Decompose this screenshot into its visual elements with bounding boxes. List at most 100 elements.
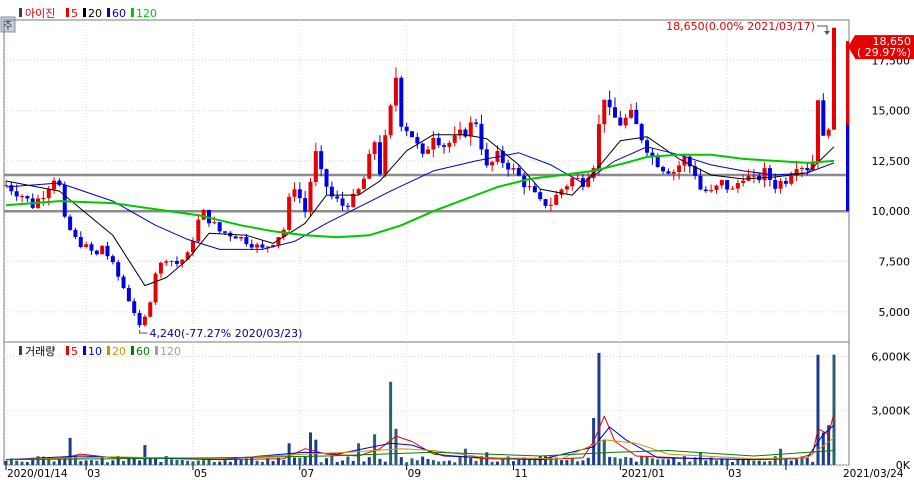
volume-bar: [346, 456, 350, 465]
candle-body: [655, 156, 660, 168]
volume-bar: [341, 460, 345, 465]
volume-bar: [736, 459, 740, 465]
candle-body: [324, 169, 329, 187]
candle-body: [249, 244, 254, 248]
candle-body: [303, 198, 308, 212]
volume-legend-item-swatch: [83, 346, 86, 355]
volume-bar: [511, 461, 515, 465]
volume-bar: [731, 461, 735, 465]
candle-body: [340, 198, 345, 206]
x-tick-label: 09: [408, 468, 421, 480]
candle-body: [185, 252, 190, 260]
candle-body: [46, 189, 51, 199]
volume-bar: [191, 461, 195, 465]
candle-body: [821, 100, 826, 136]
candle-body: [532, 186, 537, 193]
candle-body: [84, 244, 89, 247]
candle-body: [538, 192, 543, 200]
volume-legend-item-swatch: [155, 346, 158, 355]
candle-body: [52, 180, 57, 190]
candle-body: [415, 137, 420, 144]
volume-bar: [618, 458, 622, 465]
volume-bar: [271, 461, 275, 465]
price-tick-label: 10,000: [872, 205, 911, 218]
candle-body: [778, 180, 783, 189]
volume-bar: [180, 460, 184, 465]
volume-bar: [68, 437, 72, 465]
candle-body: [105, 245, 110, 257]
candle-body: [158, 262, 163, 274]
volume-bar: [757, 460, 761, 465]
candle-body: [313, 151, 318, 182]
candle-body: [741, 180, 746, 184]
candle-body: [78, 237, 83, 247]
candle-body: [805, 168, 810, 171]
candle-body: [634, 109, 639, 125]
volume-bar: [437, 461, 441, 465]
candle-body: [714, 185, 719, 191]
candle-body: [110, 256, 115, 263]
candle-body: [596, 124, 601, 169]
volume-bar: [186, 460, 190, 465]
volume-bar: [138, 460, 142, 465]
candle-body: [345, 205, 350, 207]
volume-bar: [763, 461, 767, 465]
candle-body: [618, 117, 623, 126]
volume-bar: [565, 460, 569, 465]
volume-bar: [154, 457, 158, 465]
candle-body: [420, 143, 425, 154]
candle-body: [436, 137, 441, 146]
candle-body: [570, 178, 575, 187]
price-legend-item-swatch: [83, 8, 86, 17]
volume-bar: [255, 460, 259, 465]
volume-bar: [570, 458, 574, 465]
volume-bar: [105, 462, 109, 465]
current-range-bar-up: [846, 41, 849, 139]
volume-bar: [314, 439, 318, 465]
candle-body: [212, 222, 217, 224]
candle-body: [164, 261, 169, 263]
candle-body: [719, 180, 724, 186]
candle-body: [431, 137, 436, 150]
candle-body: [735, 183, 740, 189]
settings-corner-label: 주: [3, 21, 12, 32]
volume-legend-item-swatch: [107, 346, 110, 355]
volume-bar: [421, 456, 425, 465]
candle-body: [709, 190, 714, 192]
volume-bar: [415, 460, 419, 465]
candle-body: [564, 186, 569, 190]
candle-body: [239, 236, 244, 239]
volume-bar: [282, 460, 286, 465]
volume-bar: [629, 457, 633, 465]
candle-body: [4, 185, 8, 187]
x-tick-label: 07: [301, 468, 314, 480]
candle-body: [554, 194, 559, 205]
candle-body: [442, 145, 447, 147]
candle-body: [559, 189, 564, 195]
candle-body: [703, 189, 708, 192]
candle-body: [479, 123, 484, 150]
volume-legend-item-label: 120: [160, 345, 181, 358]
volume-bar: [228, 461, 232, 465]
candle-body: [629, 109, 634, 118]
candle-body: [142, 316, 147, 326]
candle-body: [826, 129, 831, 136]
candle-body: [399, 77, 404, 127]
candle-body: [89, 244, 94, 251]
volume-bar: [453, 462, 457, 465]
candle-body: [68, 216, 73, 230]
candle-body: [20, 196, 25, 198]
settings-corner-button[interactable]: 주: [0, 16, 16, 33]
price-legend-item-label: 60: [112, 7, 126, 20]
volume-bar: [586, 457, 590, 465]
candle-body: [388, 105, 393, 136]
volume-bar: [111, 460, 115, 465]
candle-body: [174, 260, 179, 264]
candle-body: [14, 191, 19, 197]
candle-body: [426, 149, 431, 154]
volume-bar: [517, 459, 521, 465]
volume-bar: [832, 354, 836, 465]
volume-bar: [378, 458, 382, 465]
volume-bar: [714, 460, 718, 465]
candle-body: [351, 193, 356, 207]
